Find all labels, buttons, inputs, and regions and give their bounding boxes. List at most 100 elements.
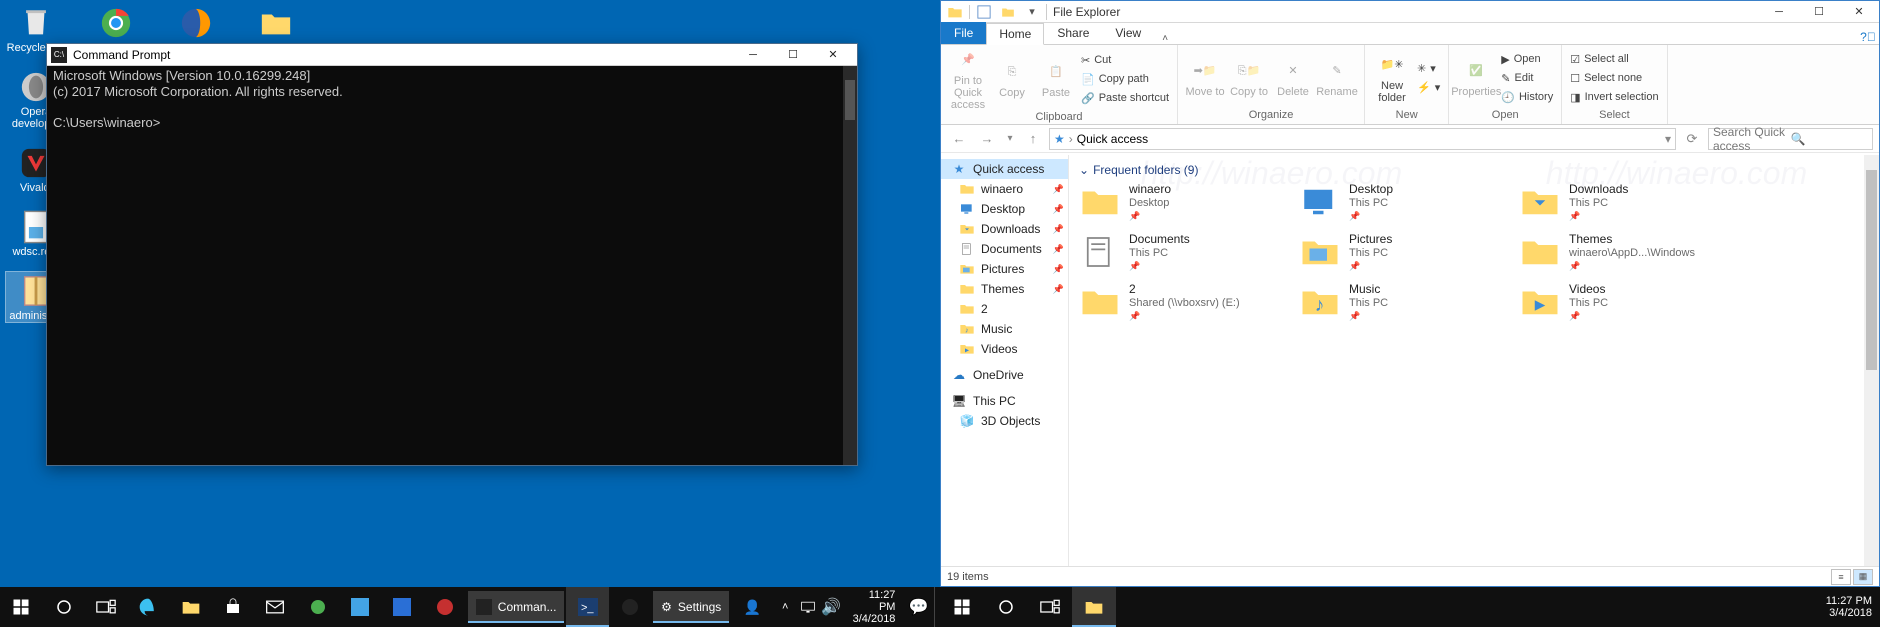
ribbon-properties[interactable]: ✅Properties — [1455, 58, 1497, 98]
frequent-folder-item[interactable]: DesktopThis PC📌 — [1299, 181, 1499, 223]
tray-clock[interactable]: 11:27 PM3/4/2018 — [1818, 595, 1880, 619]
nav-forward[interactable]: → — [975, 128, 999, 150]
nav-onedrive[interactable]: ☁OneDrive — [941, 365, 1068, 385]
ribbon-edit[interactable]: ✎Edit — [1499, 69, 1555, 87]
ribbon-open[interactable]: ▶Open — [1499, 50, 1555, 68]
taskbar-edge[interactable] — [127, 587, 169, 627]
frequent-folder-item[interactable]: PicturesThis PC📌 — [1299, 231, 1499, 273]
task-view-button[interactable] — [1028, 587, 1072, 627]
maximize-button[interactable]: ☐ — [1799, 1, 1839, 23]
ribbon-easy-access[interactable]: ⚡▾ — [1415, 79, 1442, 97]
frequent-folder-item[interactable]: 2Shared (\\vboxsrv) (E:)📌 — [1079, 281, 1279, 323]
ribbon-move-to[interactable]: ➡📁Move to — [1184, 58, 1226, 98]
ribbon-select-all[interactable]: ☑Select all — [1568, 50, 1660, 68]
ribbon-delete[interactable]: ✕Delete — [1272, 58, 1314, 98]
maximize-button[interactable]: ☐ — [773, 45, 813, 65]
minimize-button[interactable]: ─ — [733, 45, 773, 65]
tray-people[interactable]: 👤 — [731, 587, 773, 627]
taskbar-running-opera[interactable] — [609, 587, 651, 627]
frequent-folder-item[interactable]: VideosThis PC📌 — [1519, 281, 1719, 323]
ribbon-new-folder[interactable]: 📁✳New folder — [1371, 52, 1413, 104]
address-crumb[interactable]: Quick access — [1077, 132, 1148, 146]
nav-item[interactable]: Downloads📌 — [941, 219, 1068, 239]
close-button[interactable]: ✕ — [813, 45, 853, 65]
task-view-button[interactable] — [85, 587, 127, 627]
nav-item[interactable]: 2 — [941, 299, 1068, 319]
ribbon-paste[interactable]: 📋Paste — [1035, 59, 1077, 99]
address-bar[interactable]: ★ › Quick access ▾ — [1049, 128, 1676, 150]
taskbar-running-cmd[interactable]: Comman... — [468, 591, 565, 623]
ribbon-copy-to[interactable]: ⎘📁Copy to — [1228, 58, 1270, 98]
qat-new-folder[interactable] — [998, 3, 1018, 21]
taskbar-app2[interactable] — [339, 587, 381, 627]
close-button[interactable]: ✕ — [1839, 1, 1879, 23]
window-titlebar[interactable]: C:\ Command Prompt ─ ☐ ✕ — [47, 44, 857, 66]
refresh-button[interactable]: ⟳ — [1680, 128, 1704, 150]
taskbar-file-explorer[interactable] — [169, 587, 211, 627]
start-button[interactable] — [0, 587, 42, 627]
taskbar-mail[interactable] — [254, 587, 296, 627]
cortana-button[interactable] — [984, 587, 1028, 627]
nav-3d-objects[interactable]: 🧊3D Objects — [941, 411, 1068, 431]
qat-dropdown[interactable]: ▾ — [1022, 3, 1042, 21]
taskbar-app4[interactable] — [423, 587, 465, 627]
ribbon-new-item[interactable]: ✳▾ — [1415, 60, 1442, 78]
ribbon-rename[interactable]: ✎Rename — [1316, 58, 1358, 98]
ribbon-paste-shortcut[interactable]: 🔗Paste shortcut — [1079, 89, 1171, 107]
nav-item[interactable]: Themes📌 — [941, 279, 1068, 299]
nav-quick-access[interactable]: ★Quick access — [941, 159, 1068, 179]
ribbon-cut[interactable]: ✂Cut — [1079, 51, 1171, 69]
nav-item[interactable]: Documents📌 — [941, 239, 1068, 259]
help-button[interactable]: ?⃝ — [1857, 30, 1879, 44]
tray-network[interactable] — [797, 587, 820, 627]
ribbon-pin-quick-access[interactable]: 📌Pin to Quick access — [947, 47, 989, 111]
frequent-folder-item[interactable]: winaeroDesktop📌 — [1079, 181, 1279, 223]
taskbar-app1[interactable] — [296, 587, 338, 627]
taskbar-running-settings[interactable]: ⚙Settings — [653, 591, 729, 623]
nav-item[interactable]: ♪Music — [941, 319, 1068, 339]
ribbon-select-none[interactable]: ☐Select none — [1568, 69, 1660, 87]
ribbon-copy-path[interactable]: 📄Copy path — [1079, 70, 1171, 88]
taskbar-running-ps[interactable]: >_ — [566, 587, 608, 627]
qat-folder-icon[interactable] — [945, 3, 965, 21]
nav-up[interactable]: ↑ — [1021, 128, 1045, 150]
scrollbar[interactable] — [1864, 155, 1879, 566]
tray-clock[interactable]: 11:27 PM3/4/2018 — [843, 589, 904, 625]
view-large-button[interactable]: ▦ — [1853, 569, 1873, 585]
ribbon-history[interactable]: 🕘History — [1499, 88, 1555, 106]
ribbon-copy[interactable]: ⎘Copy — [991, 59, 1033, 99]
nav-back[interactable]: ← — [947, 128, 971, 150]
nav-item[interactable]: Videos — [941, 339, 1068, 359]
tab-file[interactable]: File — [941, 22, 986, 44]
nav-recent[interactable]: ▾ — [1003, 128, 1017, 150]
tray-notifications[interactable]: 💬 — [903, 587, 934, 627]
tab-home[interactable]: Home — [986, 23, 1044, 45]
ribbon-collapse[interactable]: ˄ — [1154, 33, 1176, 44]
nav-this-pc[interactable]: 🖥This PC — [941, 391, 1068, 411]
search-box[interactable]: Search Quick access🔍 — [1708, 128, 1873, 150]
cortana-button[interactable] — [42, 587, 84, 627]
window-titlebar[interactable]: ▾ File Explorer ─ ☐ ✕ — [941, 1, 1879, 23]
minimize-button[interactable]: ─ — [1759, 1, 1799, 23]
nav-item[interactable]: Desktop📌 — [941, 199, 1068, 219]
tray-volume[interactable]: 🔊 — [820, 587, 843, 627]
tab-share[interactable]: Share — [1044, 22, 1102, 44]
group-header[interactable]: ⌄Frequent folders (9) — [1079, 159, 1869, 181]
taskbar-app3[interactable] — [381, 587, 423, 627]
frequent-folder-item[interactable]: ♪MusicThis PC📌 — [1299, 281, 1499, 323]
tab-view[interactable]: View — [1102, 22, 1154, 44]
nav-item[interactable]: winaero📌 — [941, 179, 1068, 199]
frequent-folder-item[interactable]: DocumentsThis PC📌 — [1079, 231, 1279, 273]
frequent-folder-item[interactable]: Themeswinaero\AppD...\Windows📌 — [1519, 231, 1719, 273]
taskbar-file-explorer[interactable] — [1072, 587, 1116, 627]
start-button[interactable] — [940, 587, 984, 627]
ribbon-invert-selection[interactable]: ◨Invert selection — [1568, 88, 1660, 106]
nav-item[interactable]: Pictures📌 — [941, 259, 1068, 279]
view-details-button[interactable]: ≡ — [1831, 569, 1851, 585]
qat-properties[interactable] — [974, 3, 994, 21]
terminal-output[interactable]: Microsoft Windows [Version 10.0.16299.24… — [47, 66, 857, 465]
scrollbar[interactable] — [843, 66, 857, 465]
frequent-folder-item[interactable]: DownloadsThis PC📌 — [1519, 181, 1719, 223]
tray-overflow[interactable]: ˄ — [774, 587, 797, 627]
taskbar-store[interactable] — [212, 587, 254, 627]
